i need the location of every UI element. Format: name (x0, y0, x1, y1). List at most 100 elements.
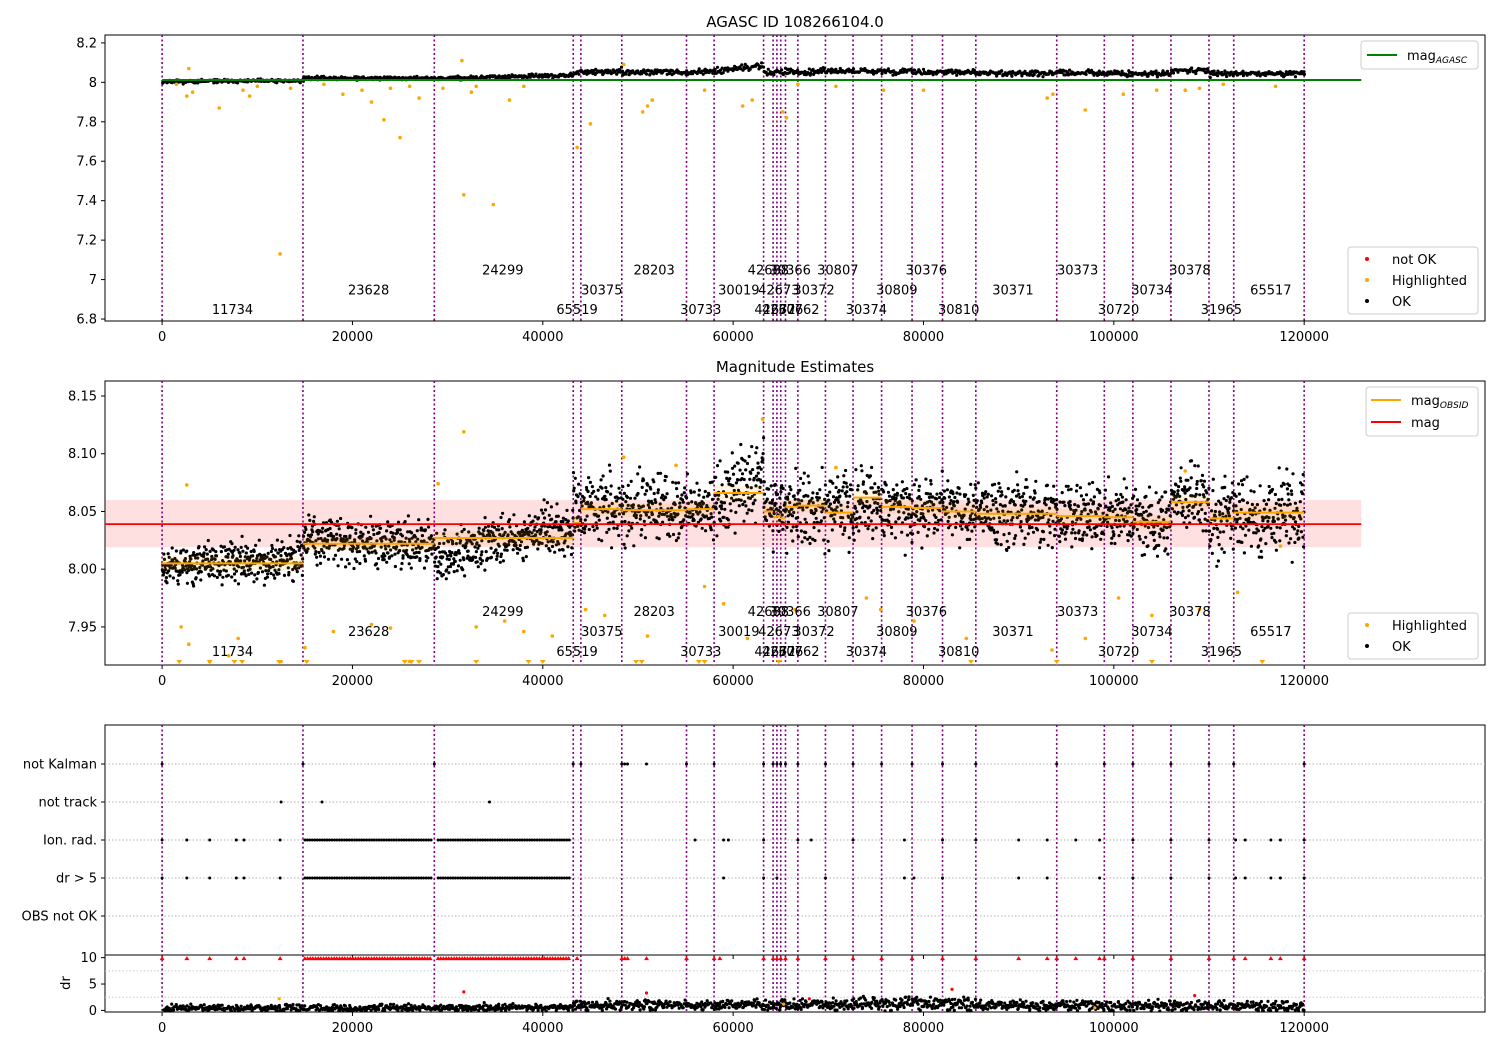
ok-point (429, 534, 433, 538)
obsid-label: 30019 (718, 283, 759, 298)
ok-point (778, 505, 782, 509)
ok-point (811, 491, 815, 495)
ok-point (1022, 542, 1026, 547)
ok-point (813, 538, 817, 543)
ok-point (914, 478, 918, 482)
ok-point (844, 468, 848, 473)
ok-point (447, 557, 451, 562)
highlighted-point (721, 602, 726, 606)
ok-point (1087, 482, 1091, 486)
ok-point (489, 555, 494, 560)
ok-point (853, 506, 858, 510)
ok-point (1301, 473, 1305, 477)
ok-point (1262, 499, 1266, 503)
flag-point (429, 876, 433, 880)
agasc-panel: AGASC ID 108266104.0 1173423628242996551… (76, 13, 1486, 345)
highlighted-point (388, 86, 393, 91)
flag-point (1131, 876, 1135, 880)
ok-point (871, 537, 875, 541)
ok-point (851, 526, 855, 530)
ok-point (274, 548, 278, 552)
ok-point (808, 535, 812, 540)
obsid-label: 30810 (938, 645, 979, 660)
ok-point (1172, 490, 1176, 494)
ok-point (652, 491, 656, 496)
obsid-label: 30807 (817, 264, 858, 279)
ok-point (1193, 464, 1197, 468)
ok-point (1147, 485, 1152, 489)
flag-point (429, 838, 433, 842)
ok-point (1026, 532, 1030, 536)
ok-point (569, 552, 574, 557)
ok-point (582, 496, 586, 500)
ok-point (1256, 529, 1261, 533)
ok-point (750, 445, 754, 449)
ok-point (447, 571, 451, 575)
ok-point (854, 468, 858, 472)
ok-point (1165, 536, 1169, 540)
ok-point (1000, 490, 1004, 494)
ok-point (905, 487, 909, 491)
ok-point (479, 553, 483, 557)
ok-point (803, 517, 807, 521)
ok-point (483, 516, 487, 520)
obsid-label: 24299 (482, 264, 523, 279)
ok-point (1210, 551, 1214, 556)
ok-point (1229, 536, 1233, 541)
ok-point (682, 491, 686, 495)
ok-point (400, 561, 404, 566)
ok-point (785, 551, 789, 555)
ok-point (1129, 503, 1133, 507)
ok-point (1207, 486, 1211, 490)
ok-point (1241, 498, 1245, 502)
ok-point (1053, 527, 1057, 531)
ok-point (1038, 546, 1042, 550)
ok-point (501, 511, 505, 515)
ok-point (715, 464, 720, 468)
ok-point (1211, 477, 1215, 481)
ok-point (991, 499, 995, 503)
ok-point (981, 529, 985, 533)
ok-point (1176, 510, 1180, 514)
highlight-legend: HighlightedOK (1347, 612, 1479, 660)
ok-point (335, 519, 339, 523)
ok-point (608, 469, 612, 473)
ok-point (578, 508, 582, 513)
ok-point (322, 555, 327, 559)
ok-point (1016, 489, 1020, 493)
ok-point (393, 552, 397, 556)
ok-point (273, 576, 277, 580)
flag-point (623, 762, 627, 766)
ok-point (663, 478, 667, 483)
ok-point (857, 529, 861, 533)
ok-point (826, 539, 830, 543)
ok-point (734, 510, 738, 514)
ok-point (549, 505, 554, 509)
ok-point (914, 514, 918, 518)
ok-point (1090, 547, 1094, 551)
ok-point (882, 534, 886, 538)
obsid-label: 30375 (581, 283, 622, 298)
ok-point (889, 525, 894, 530)
ok-point (1190, 66, 1194, 70)
flag-point (1131, 762, 1135, 766)
ok-point (1126, 539, 1130, 543)
ok-point (617, 533, 621, 538)
ok-point (1211, 489, 1215, 493)
ok-point (859, 464, 863, 468)
flag-point (1278, 838, 1282, 842)
ok-point (321, 526, 325, 530)
ok-point (1062, 500, 1066, 504)
ok-point (1241, 527, 1245, 531)
ok-point (315, 555, 319, 559)
ok-point (170, 546, 174, 550)
ok-point (582, 499, 586, 503)
ok-point (1135, 508, 1139, 512)
ok-point (1055, 498, 1059, 502)
ok-point (754, 451, 758, 455)
ok-point (597, 518, 601, 522)
obsid-label: 30762 (778, 645, 819, 660)
ok-point (994, 500, 998, 504)
mag-legend: magOBSIDmag (1365, 386, 1479, 437)
clipped-highlighted-marker (968, 660, 975, 664)
